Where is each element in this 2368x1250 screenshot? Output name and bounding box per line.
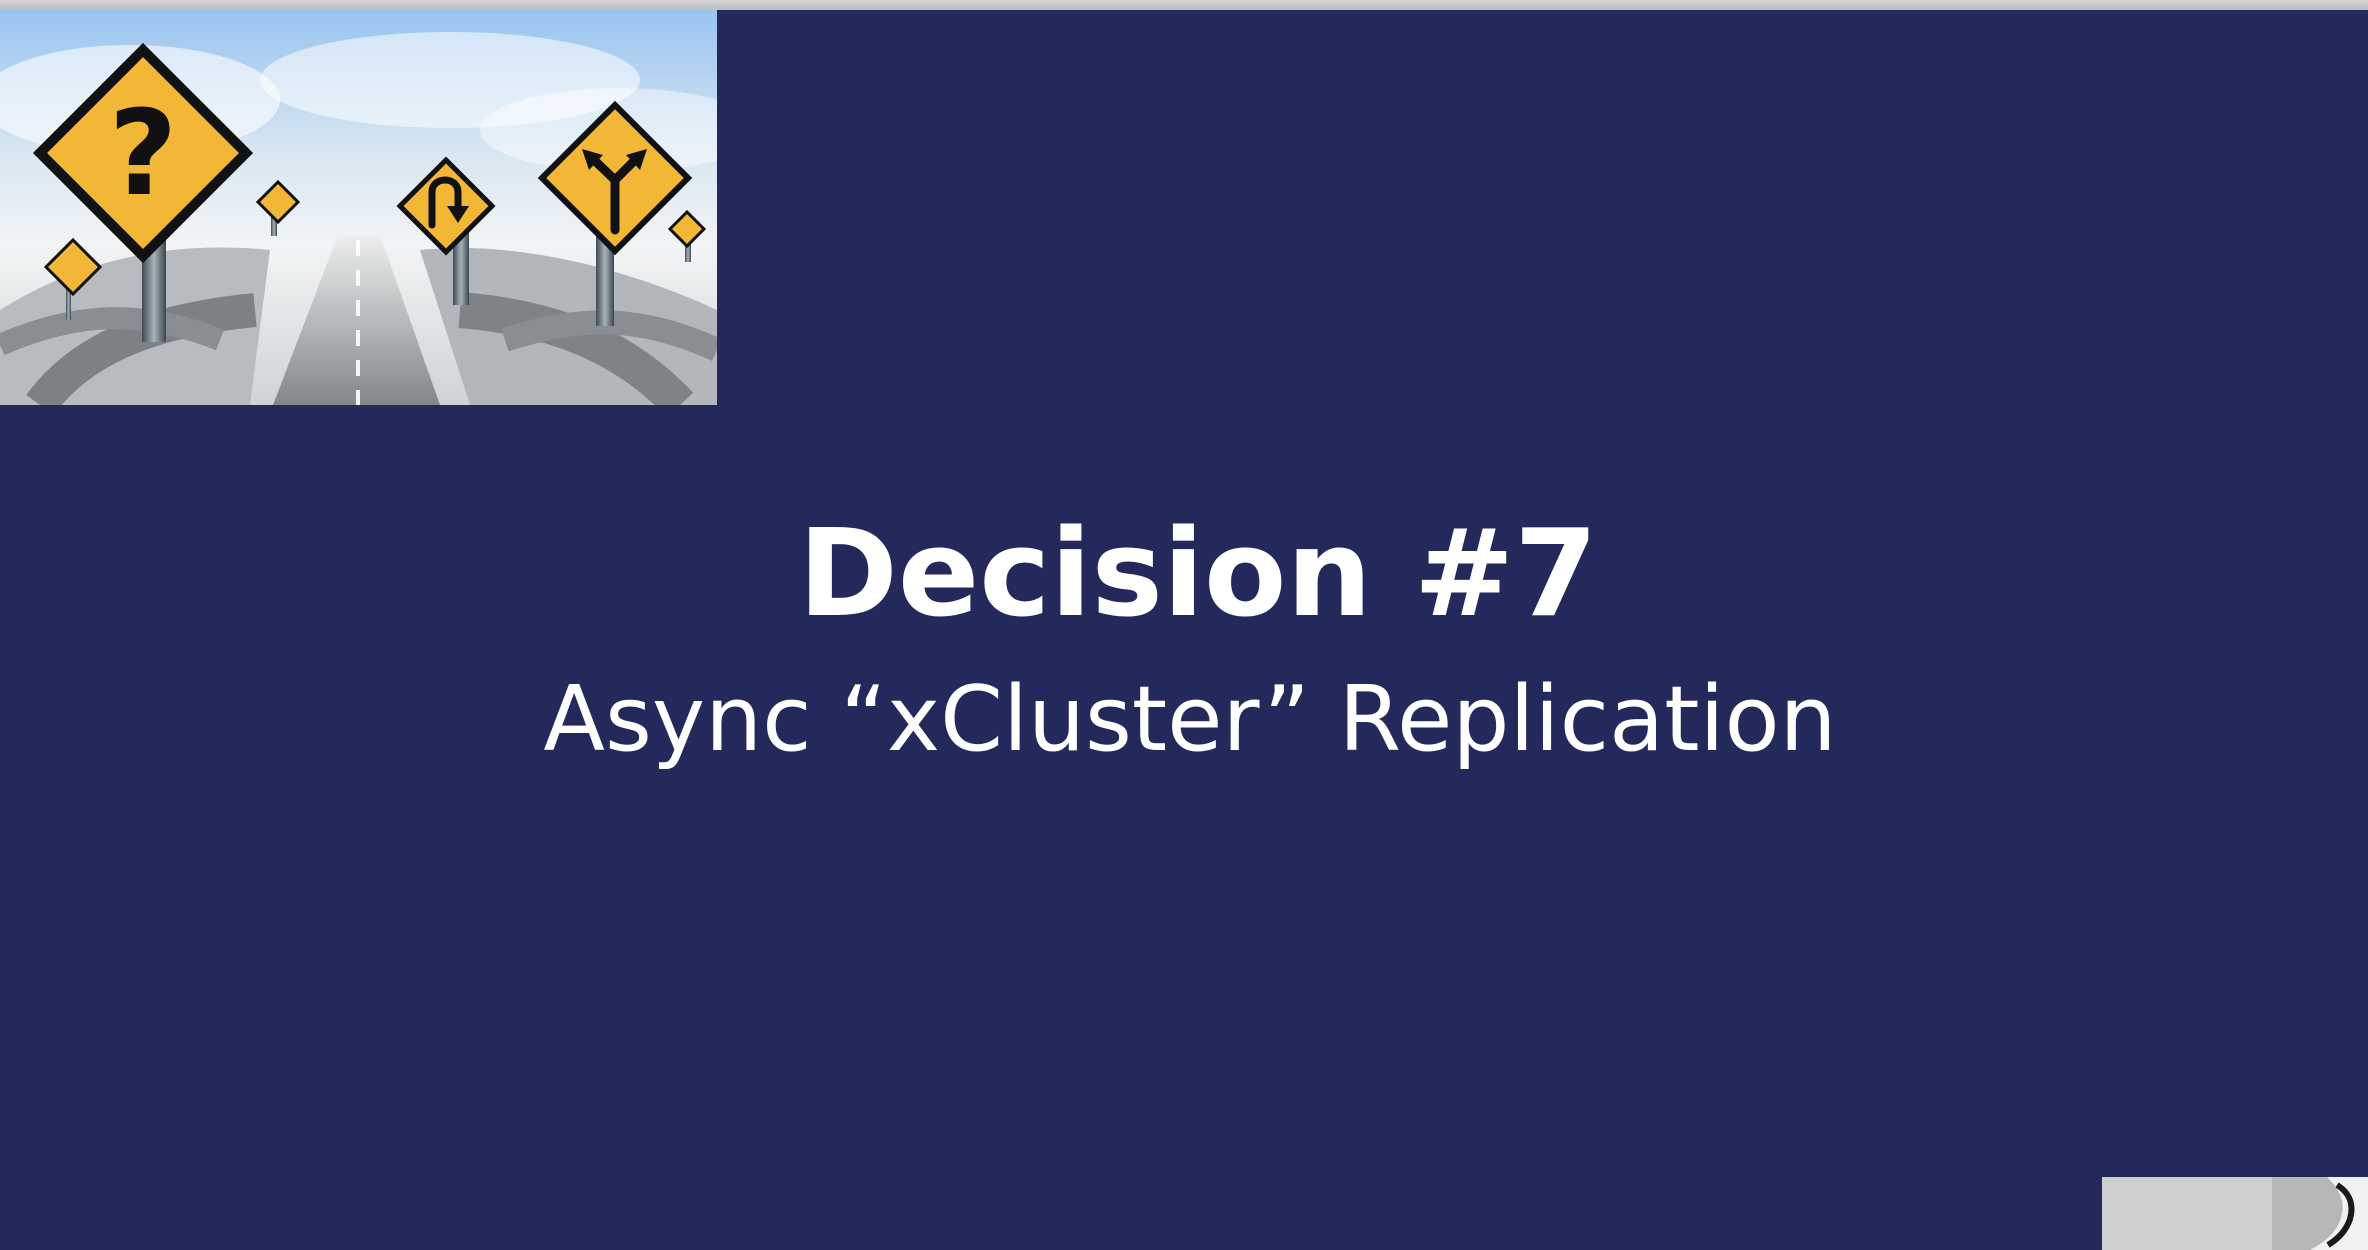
browser-top-strip — [0, 0, 2368, 10]
crossroads-road-signs-image: ? — [0, 10, 717, 405]
svg-text:?: ? — [109, 84, 177, 222]
crossroads-road-signs-icon: ? — [0, 10, 717, 405]
presentation-screen: ? Decision #7 Async “xCluster” Replicati… — [0, 0, 2368, 1250]
slide-title-block: Decision #7 Async “xCluster” Replication — [0, 515, 2368, 765]
webcam-thumbnail-icon — [2102, 1177, 2368, 1250]
slide-subtitle: Async “xCluster” Replication — [543, 667, 1837, 772]
presenter-thumbnail[interactable] — [2102, 1177, 2368, 1250]
slide-title: Decision #7 — [798, 505, 1598, 644]
